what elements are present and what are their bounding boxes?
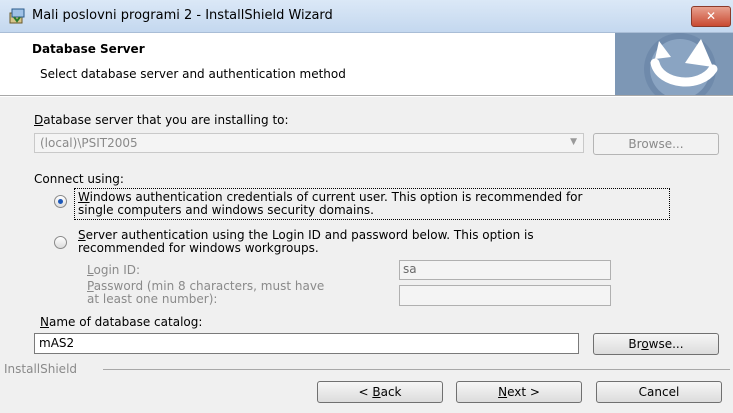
- window-title: Mali poslovni programi 2 - InstallShield…: [32, 8, 333, 23]
- server-label: Database server that you are installing …: [34, 113, 289, 127]
- installshield-logo-icon: [615, 33, 733, 105]
- connect-using-label: Connect using:: [34, 172, 124, 186]
- server-browse-button[interactable]: Browse...: [593, 133, 719, 155]
- title-bar: Mali poslovni programi 2 - InstallShield…: [0, 0, 733, 33]
- installer-app-icon: [9, 8, 25, 24]
- login-id-value: sa: [403, 262, 417, 276]
- server-auth-text[interactable]: Server authentication using the Login ID…: [78, 229, 534, 255]
- catalog-field[interactable]: [34, 333, 579, 354]
- footer-divider: [103, 369, 730, 370]
- banner-divider: [0, 95, 733, 97]
- back-button[interactable]: < Back: [317, 381, 443, 403]
- server-value: (local)\PSIT2005: [40, 136, 138, 150]
- login-id-input[interactable]: sa: [399, 260, 611, 280]
- chevron-down-icon: ▼: [570, 137, 577, 147]
- windows-auth-text: Windows authentication credentials of cu…: [78, 190, 583, 217]
- server-auth-radio[interactable]: [54, 236, 67, 249]
- password-input[interactable]: [399, 285, 611, 306]
- next-button[interactable]: Next >: [456, 381, 582, 403]
- windows-auth-option[interactable]: Windows authentication credentials of cu…: [74, 188, 670, 220]
- login-id-label: Login ID:: [87, 263, 141, 277]
- page-subtitle: Select database server and authenticatio…: [40, 67, 346, 81]
- installshield-brand: InstallShield: [4, 362, 78, 376]
- cancel-button[interactable]: Cancel: [596, 381, 722, 403]
- close-icon: ✕: [705, 9, 717, 23]
- server-combobox[interactable]: (local)\PSIT2005 ▼: [34, 133, 584, 153]
- close-button[interactable]: ✕: [691, 6, 731, 27]
- page-title: Database Server: [32, 42, 145, 56]
- windows-auth-radio[interactable]: [54, 195, 67, 208]
- catalog-label: Name of database catalog:: [40, 315, 203, 329]
- catalog-browse-button[interactable]: Browse...: [593, 333, 719, 355]
- catalog-input[interactable]: [39, 336, 569, 350]
- password-label: Password (min 8 characters, must have at…: [87, 279, 325, 306]
